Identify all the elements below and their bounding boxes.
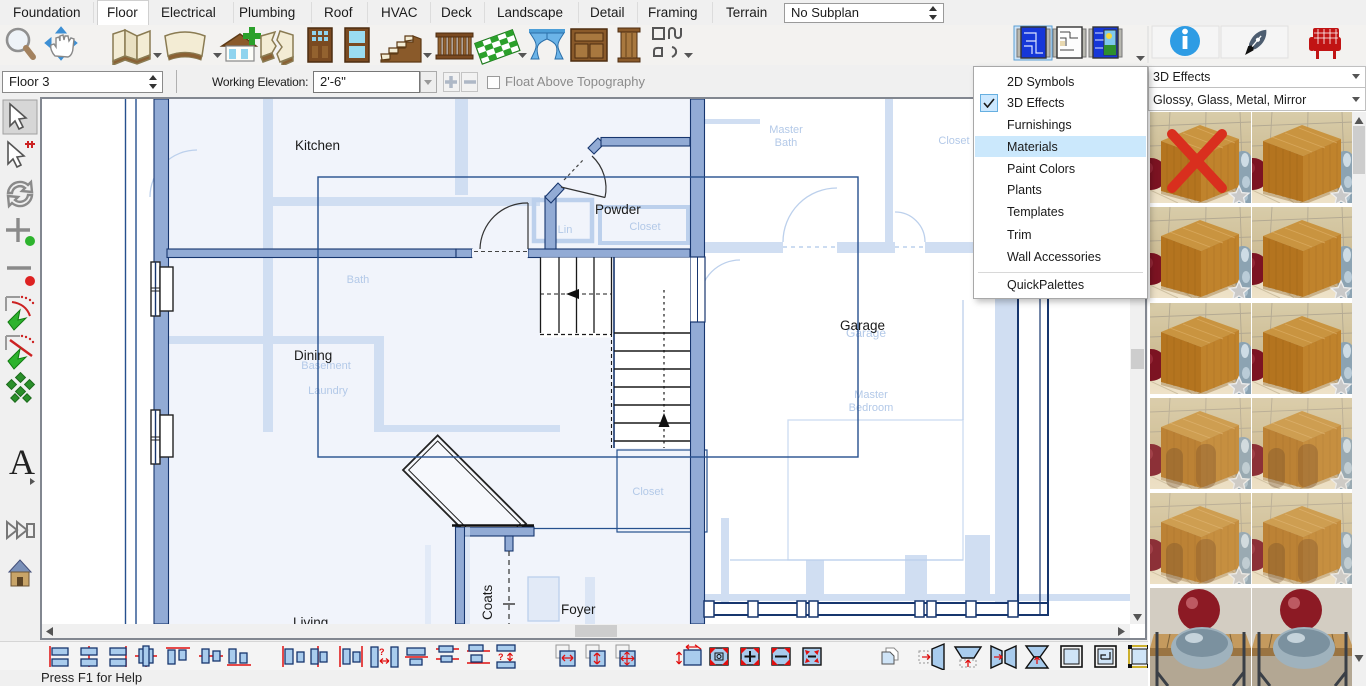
svg-text:Bedroom: Bedroom [849,402,894,414]
svg-text:Lin: Lin [558,224,573,236]
svg-text:?: ? [498,652,504,662]
svg-text:Closet: Closet [629,221,660,233]
svg-text:Coats: Coats [480,584,495,620]
svg-text:Closet: Closet [938,135,969,147]
svg-text:?: ? [379,647,385,657]
svg-text:Bath: Bath [347,274,370,286]
svg-text:Bath: Bath [775,137,798,149]
svg-text:Living: Living [293,615,328,624]
svg-text:Garage: Garage [840,318,885,333]
svg-text:Foyer: Foyer [561,602,596,617]
svg-text:A: A [9,442,35,482]
svg-text:Master: Master [769,124,803,136]
svg-text:Master: Master [854,389,888,401]
svg-text:Kitchen: Kitchen [295,138,340,153]
svg-text:Dining: Dining [294,348,332,363]
svg-text:Laundry: Laundry [308,385,348,397]
svg-text:Closet: Closet [632,486,663,498]
svg-text:Powder: Powder [595,202,641,217]
